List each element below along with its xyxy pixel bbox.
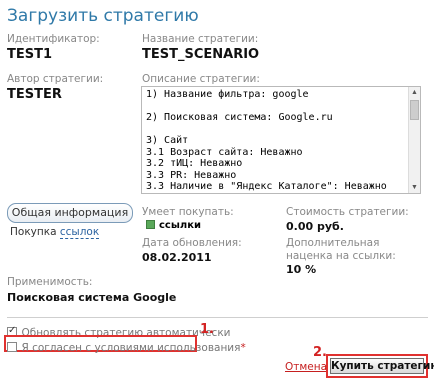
agree-terms-checkbox[interactable] [7, 342, 17, 352]
scroll-down-icon[interactable]: ▼ [409, 182, 420, 193]
description-scrollbar[interactable]: ▲ ▼ [408, 87, 420, 193]
updated-label: Дата обновления: [142, 237, 242, 249]
description-textarea[interactable]: 1) Название фильтра: google 2) Поисковая… [141, 86, 421, 194]
strategy-name-value: TEST_SCENARIO [142, 47, 260, 62]
description-text: 1) Название фильтра: google 2) Поисковая… [146, 89, 387, 193]
can-buy-value-text: ссылки [159, 220, 202, 231]
can-buy-value: ссылки [146, 220, 201, 231]
markup-value: 10 % [286, 263, 317, 276]
link-type-icon [146, 220, 155, 229]
agree-terms-label: Я согласен с условиями использования [21, 342, 241, 354]
purchase-link[interactable]: Покупка ссылок [10, 226, 100, 239]
general-info-button[interactable]: Общая информация [7, 203, 133, 223]
applicability-label: Применимость: [7, 276, 93, 288]
purchase-link-prefix: Покупка [10, 226, 57, 238]
purchase-link-link[interactable]: ссылок [59, 226, 100, 239]
strategy-name-label: Название стратегии: [142, 33, 259, 45]
agree-terms-row[interactable]: Я согласен с условиями использования* [7, 338, 246, 356]
scroll-thumb[interactable] [410, 100, 419, 120]
description-label: Описание стратегии: [142, 73, 260, 85]
cost-label: Стоимость стратегии: [286, 206, 409, 218]
cancel-link[interactable]: Отмена [285, 361, 327, 373]
annotation-1: 1. [200, 322, 214, 337]
required-mark: * [240, 342, 246, 354]
author-value: TESTER [7, 87, 62, 102]
can-buy-label: Умеет покупать: [142, 206, 234, 218]
updated-value: 08.02.2011 [142, 251, 212, 264]
buy-strategy-button[interactable]: Купить стратегию [330, 358, 434, 374]
markup-label: Дополнительная наценка на ссылки: [286, 237, 396, 262]
applicability-value: Поисковая система Google [7, 291, 177, 304]
author-label: Автор стратегии: [7, 73, 104, 85]
scroll-up-icon[interactable]: ▲ [409, 87, 420, 98]
divider [7, 317, 428, 318]
page-title: Загрузить стратегию [7, 6, 199, 26]
identifier-label: Идентификатор: [7, 33, 100, 45]
cost-value: 0.00 руб. [286, 220, 344, 233]
annotation-2: 2. [313, 345, 327, 360]
identifier-value: TEST1 [7, 47, 53, 62]
